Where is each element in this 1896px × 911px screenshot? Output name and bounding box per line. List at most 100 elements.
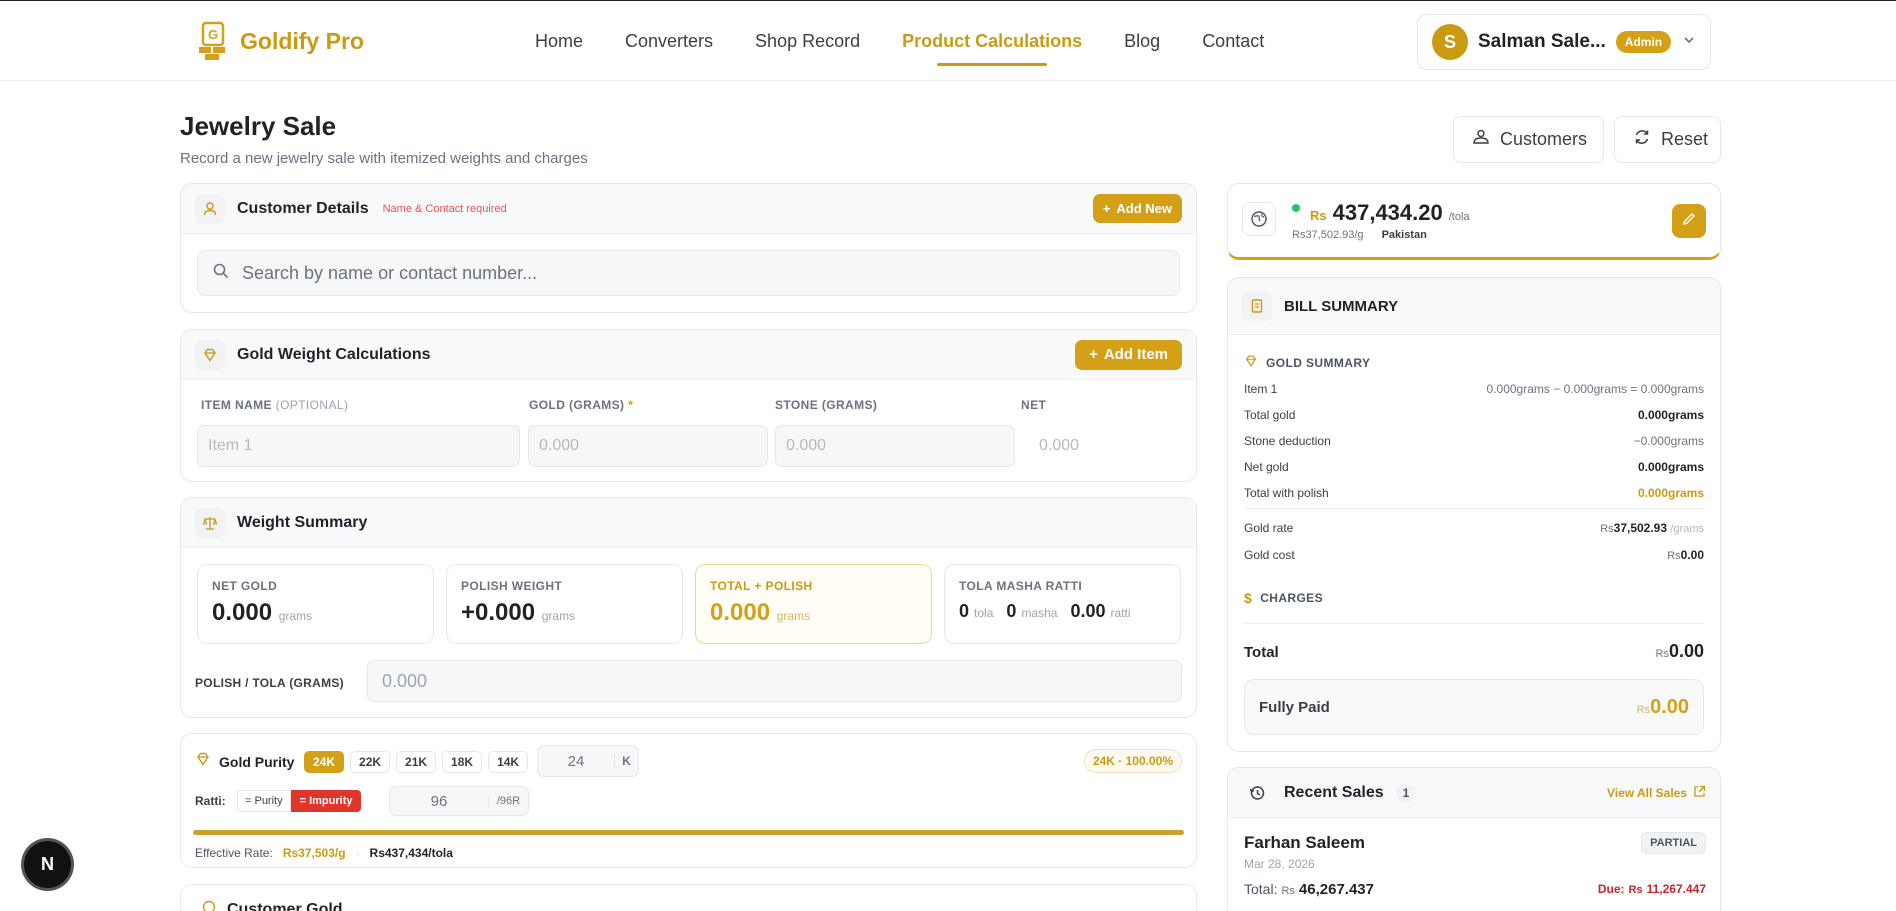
receipt-icon [1242, 291, 1272, 321]
purity-progress-fill [193, 830, 1184, 835]
rate-value-row: Rs 437,434.20 /tola [1310, 200, 1470, 226]
edit-rate-button[interactable] [1672, 204, 1706, 238]
separator: · [355, 846, 360, 860]
summary-row-with-polish: Total with polish 0.000grams [1244, 486, 1704, 500]
item-name-field[interactable] [197, 425, 520, 467]
gold-purity-card: Gold Purity 24K 22K 21K 18K 14K 24 K 24K… [180, 733, 1197, 868]
dev-tools-button[interactable]: N [24, 841, 71, 888]
karat-22k[interactable]: 22K [350, 751, 391, 773]
customer-search[interactable] [197, 250, 1180, 296]
rate-country: Pakistan [1381, 229, 1427, 241]
karat-18k[interactable]: 18K [442, 751, 483, 773]
ratti-value: 96 [430, 792, 448, 810]
charges-heading: $ CHARGES [1244, 590, 1323, 606]
nav-blog[interactable]: Blog [1124, 31, 1160, 52]
stat-label: TOTAL + POLISH [710, 579, 813, 593]
dollar-icon: $ [1244, 590, 1253, 606]
users-icon [1472, 128, 1490, 151]
divider [1244, 508, 1704, 509]
customer-details-title: Customer Details [237, 199, 369, 217]
nav-converters[interactable]: Converters [625, 31, 713, 52]
reset-button[interactable]: Reset [1614, 116, 1721, 163]
stat-label: NET GOLD [212, 579, 278, 593]
user-menu[interactable]: S Salman Sale... Admin [1417, 14, 1711, 70]
nav-shop-record[interactable]: Shop Record [755, 31, 860, 52]
nav-home[interactable]: Home [535, 31, 583, 52]
item-name-input[interactable] [208, 437, 509, 455]
main-nav: Home Converters Shop Record Product Calc… [535, 31, 1264, 66]
gold-grams-input[interactable] [539, 437, 757, 455]
karat-14k[interactable]: 14K [488, 751, 529, 773]
fully-paid-label: Fully Paid [1259, 698, 1330, 716]
recent-sales-title: Recent Sales [1284, 783, 1384, 801]
polish-per-tola-field[interactable]: 0.000 [367, 660, 1182, 702]
equals-purity-option[interactable]: = Purity [237, 790, 291, 812]
tola-unit: tola [974, 606, 994, 620]
summary-row-stone: Stone deduction −0.000grams [1244, 434, 1704, 448]
ratti-field[interactable]: 96 /96R [389, 786, 529, 816]
total-row: Total Rs0.00 [1244, 641, 1704, 662]
recent-sales-count: 1 [1395, 783, 1417, 802]
polish-per-tola-placeholder: 0.000 [382, 670, 428, 691]
effective-rate-row: Effective Rate: Rs37,503/g · Rs437,434/t… [195, 846, 453, 860]
stone-grams-input[interactable] [786, 437, 1004, 455]
total-value: Rs0.00 [1656, 641, 1705, 662]
customers-button-label: Customers [1500, 129, 1588, 149]
brand[interactable]: G Goldify Pro [196, 21, 364, 61]
equals-impurity-option[interactable]: = Impurity [290, 790, 362, 812]
masha-value: 0 [1006, 601, 1017, 621]
coins-icon [201, 899, 217, 911]
row-label: Net gold [1244, 460, 1289, 474]
page-subtitle: Record a new jewelry sale with itemized … [180, 150, 588, 167]
search-icon [212, 262, 230, 285]
weight-summary-title: Weight Summary [237, 513, 368, 531]
add-item-button[interactable]: + Add Item [1075, 339, 1182, 370]
gold-grams-field[interactable] [528, 425, 768, 467]
effective-rate-tola: Rs437,434/tola [369, 846, 453, 860]
stat-number: 0.000 [212, 599, 273, 626]
effective-rate-label: Effective Rate: [195, 846, 273, 860]
customers-button[interactable]: Customers [1453, 116, 1604, 163]
stone-grams-field[interactable] [775, 425, 1015, 467]
add-item-label: Add Item [1103, 346, 1168, 363]
row-label: Gold rate [1244, 521, 1294, 535]
karat-24k[interactable]: 24K [304, 751, 345, 773]
sale-customer-name[interactable]: Farhan Saleem [1244, 833, 1365, 853]
karat-21k[interactable]: 21K [396, 751, 437, 773]
row-value: Rs37,502.93 /grams [1600, 521, 1704, 535]
chevron-down-icon [1682, 33, 1696, 52]
purity-progress [193, 830, 1184, 835]
reset-button-label: Reset [1661, 129, 1709, 149]
tola-value: 0 [959, 601, 970, 621]
ratti-mode-toggle: = Purity = Impurity [237, 790, 362, 812]
polish-per-tola-label: POLISH / TOLA (GRAMS) [195, 676, 344, 690]
pencil-icon [1681, 211, 1697, 232]
stat-unit: grams [541, 609, 576, 623]
sale-date: Mar 28, 2026 [1244, 857, 1315, 871]
col-item-name-text: ITEM NAME [201, 398, 272, 412]
stat-value: 0.000 grams [212, 599, 419, 627]
customer-search-input[interactable] [242, 262, 1165, 284]
custom-karat-field[interactable]: 24 K [537, 745, 639, 777]
stat-number: 0.000 [710, 599, 771, 626]
amount: 0.00 [1680, 548, 1704, 562]
stat-label: TOLA MASHA RATTI [959, 579, 1083, 593]
nav-contact[interactable]: Contact [1202, 31, 1264, 52]
customer-details-header: Customer Details Name & Contact required… [181, 184, 1196, 234]
row-value: 0.000grams [1637, 460, 1704, 474]
add-new-customer-button[interactable]: + Add New [1092, 194, 1182, 223]
nav-product-calculations[interactable]: Product Calculations [902, 31, 1082, 66]
view-all-sales-link[interactable]: View All Sales [1607, 785, 1706, 801]
stat-net-gold: NET GOLD 0.000 grams [197, 564, 434, 644]
live-status-dot [1292, 204, 1300, 212]
row-value: 0.000grams − 0.000grams = 0.000grams [1486, 382, 1704, 396]
diamond-icon [1244, 354, 1258, 371]
charges-label: CHARGES [1260, 591, 1323, 605]
custom-karat-value: 24 [567, 752, 585, 770]
diamond-icon [195, 751, 211, 772]
gold-bar-logo-icon: G [196, 21, 230, 61]
page-title: Jewelry Sale [180, 111, 337, 141]
weight-summary-header: Weight Summary [181, 498, 1196, 548]
currency: Rs [1655, 648, 1669, 660]
customer-gold-card: Customer Gold [180, 884, 1197, 911]
